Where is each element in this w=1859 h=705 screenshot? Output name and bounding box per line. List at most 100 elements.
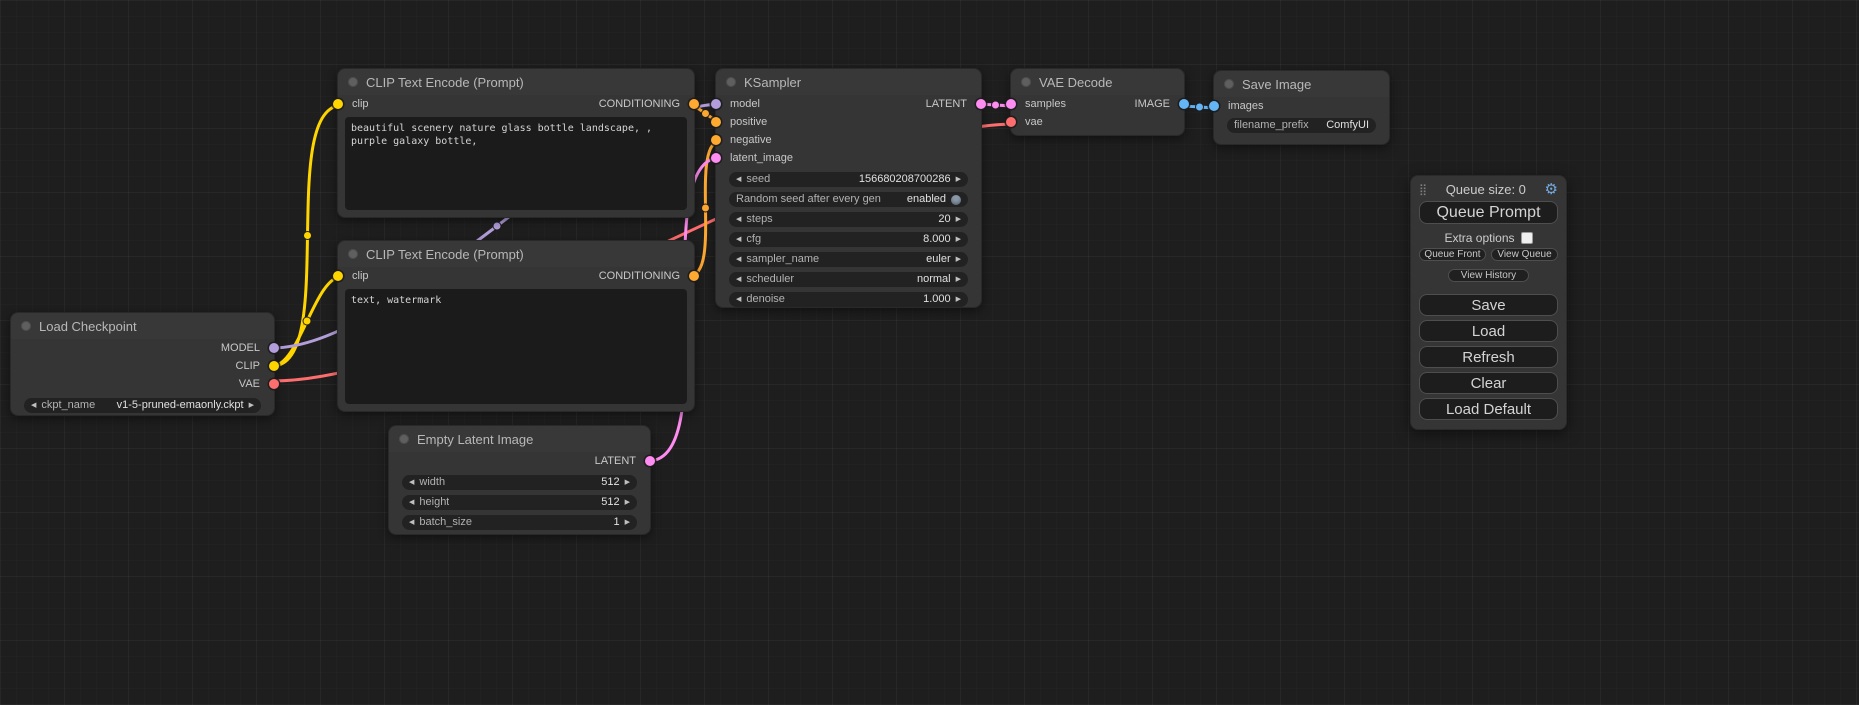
input-port-samples[interactable] — [1006, 99, 1016, 109]
increment-arrow-icon[interactable]: ▶ — [956, 296, 961, 303]
input-port-negative[interactable] — [711, 135, 721, 145]
node-clip-text-encode-positive[interactable]: CLIP Text Encode (Prompt) clip CONDITION… — [337, 68, 695, 218]
output-port-latent[interactable] — [645, 456, 655, 466]
input-port-clip[interactable] — [333, 271, 343, 281]
widget-value[interactable]: 512 — [601, 495, 619, 510]
widget-steps[interactable]: ◀ steps 20 ▶ — [729, 212, 968, 227]
decrement-arrow-icon[interactable]: ◀ — [736, 276, 741, 283]
node-vae-decode[interactable]: VAE Decode samples IMAGE vae — [1010, 68, 1185, 136]
decrement-arrow-icon[interactable]: ◀ — [736, 176, 741, 183]
widget-value[interactable]: 8.000 — [923, 232, 951, 247]
node-empty-latent-image[interactable]: Empty Latent Image LATENT ◀ width 512 ▶ … — [388, 425, 651, 535]
decrement-arrow-icon[interactable]: ◀ — [736, 256, 741, 263]
widget-scheduler[interactable]: ◀ scheduler normal ▶ — [729, 272, 968, 287]
node-title: CLIP Text Encode (Prompt) — [366, 247, 524, 262]
decrement-arrow-icon[interactable]: ◀ — [31, 402, 36, 409]
node-header[interactable]: CLIP Text Encode (Prompt) — [338, 69, 694, 95]
widget-value[interactable]: 512 — [601, 475, 619, 490]
widget-value[interactable]: enabled — [907, 192, 946, 207]
view-queue-button[interactable]: View Queue — [1491, 248, 1558, 261]
increment-arrow-icon[interactable]: ▶ — [249, 402, 254, 409]
extra-options-checkbox[interactable] — [1521, 232, 1533, 244]
decrement-arrow-icon[interactable]: ◀ — [736, 236, 741, 243]
output-port-clip[interactable] — [269, 361, 279, 371]
widget-width[interactable]: ◀ width 512 ▶ — [402, 475, 637, 490]
increment-arrow-icon[interactable]: ▶ — [956, 276, 961, 283]
widget-batch-size[interactable]: ◀ batch_size 1 ▶ — [402, 515, 637, 530]
output-port-model[interactable] — [269, 343, 279, 353]
widget-random-seed-toggle[interactable]: Random seed after every gen enabled — [729, 192, 968, 207]
node-header[interactable]: CLIP Text Encode (Prompt) — [338, 241, 694, 267]
widget-value[interactable]: normal — [917, 272, 951, 287]
increment-arrow-icon[interactable]: ▶ — [956, 216, 961, 223]
increment-arrow-icon[interactable]: ▶ — [956, 256, 961, 263]
decrement-arrow-icon[interactable]: ◀ — [409, 519, 414, 526]
widget-value[interactable]: 1.000 — [923, 292, 951, 307]
widget-sampler-name[interactable]: ◀ sampler_name euler ▶ — [729, 252, 968, 267]
node-header[interactable]: Load Checkpoint — [11, 313, 274, 339]
node-save-image[interactable]: Save Image images filename_prefix ComfyU… — [1213, 70, 1390, 145]
decrement-arrow-icon[interactable]: ◀ — [736, 296, 741, 303]
prompt-textarea[interactable]: beautiful scenery nature glass bottle la… — [345, 117, 687, 210]
input-port-images[interactable] — [1209, 101, 1219, 111]
load-default-button[interactable]: Load Default — [1419, 398, 1558, 420]
view-history-button[interactable]: View History — [1448, 269, 1529, 282]
save-button[interactable]: Save — [1419, 294, 1558, 316]
input-port-positive[interactable] — [711, 117, 721, 127]
output-port-image[interactable] — [1179, 99, 1189, 109]
increment-arrow-icon[interactable]: ▶ — [625, 519, 630, 526]
queue-front-button[interactable]: Queue Front — [1419, 248, 1486, 261]
load-button[interactable]: Load — [1419, 320, 1558, 342]
input-port-model[interactable] — [711, 99, 721, 109]
widget-value[interactable]: 1 — [613, 515, 619, 530]
collapse-toggle-icon[interactable] — [726, 77, 736, 87]
widget-denoise[interactable]: ◀ denoise 1.000 ▶ — [729, 292, 968, 307]
prompt-textarea[interactable]: text, watermark — [345, 289, 687, 404]
collapse-toggle-icon[interactable] — [399, 434, 409, 444]
widget-value[interactable]: 20 — [938, 212, 950, 227]
output-port-latent[interactable] — [976, 99, 986, 109]
decrement-arrow-icon[interactable]: ◀ — [736, 216, 741, 223]
input-port-clip[interactable] — [333, 99, 343, 109]
widget-filename-prefix[interactable]: filename_prefix ComfyUI — [1227, 118, 1376, 133]
decrement-arrow-icon[interactable]: ◀ — [409, 499, 414, 506]
collapse-toggle-icon[interactable] — [1021, 77, 1031, 87]
queue-panel-topbar[interactable]: ⣿ Queue size: 0 ⚙ — [1419, 182, 1558, 197]
input-port-vae[interactable] — [1006, 117, 1016, 127]
widget-value[interactable]: ComfyUI — [1326, 118, 1369, 133]
decrement-arrow-icon[interactable]: ◀ — [409, 479, 414, 486]
widget-value[interactable]: v1-5-pruned-emaonly.ckpt — [117, 398, 244, 413]
widget-height[interactable]: ◀ height 512 ▶ — [402, 495, 637, 510]
widget-cfg[interactable]: ◀ cfg 8.000 ▶ — [729, 232, 968, 247]
node-header[interactable]: Empty Latent Image — [389, 426, 650, 452]
node-header[interactable]: Save Image — [1214, 71, 1389, 97]
collapse-toggle-icon[interactable] — [1224, 79, 1234, 89]
node-load-checkpoint[interactable]: Load Checkpoint MODEL CLIP VAE ◀ ckpt_na… — [10, 312, 275, 416]
node-header[interactable]: VAE Decode — [1011, 69, 1184, 95]
toggle-knob-icon[interactable] — [951, 195, 961, 205]
refresh-button[interactable]: Refresh — [1419, 346, 1558, 368]
graph-canvas[interactable]: Load Checkpoint MODEL CLIP VAE ◀ ckpt_na… — [0, 0, 1859, 705]
queue-prompt-button[interactable]: Queue Prompt — [1419, 201, 1558, 224]
input-port-latent-image[interactable] — [711, 153, 721, 163]
increment-arrow-icon[interactable]: ▶ — [625, 479, 630, 486]
widget-value[interactable]: 156680208700286 — [859, 172, 951, 187]
output-port-vae[interactable] — [269, 379, 279, 389]
collapse-toggle-icon[interactable] — [21, 321, 31, 331]
drag-handle-icon[interactable]: ⣿ — [1419, 183, 1427, 196]
node-header[interactable]: KSampler — [716, 69, 981, 95]
increment-arrow-icon[interactable]: ▶ — [625, 499, 630, 506]
widget-seed[interactable]: ◀ seed 156680208700286 ▶ — [729, 172, 968, 187]
collapse-toggle-icon[interactable] — [348, 249, 358, 259]
node-clip-text-encode-negative[interactable]: CLIP Text Encode (Prompt) clip CONDITION… — [337, 240, 695, 412]
node-ksampler[interactable]: KSampler model LATENT positive negative … — [715, 68, 982, 308]
output-port-conditioning[interactable] — [689, 271, 699, 281]
increment-arrow-icon[interactable]: ▶ — [956, 236, 961, 243]
increment-arrow-icon[interactable]: ▶ — [956, 176, 961, 183]
output-port-conditioning[interactable] — [689, 99, 699, 109]
settings-gear-icon[interactable]: ⚙ — [1545, 182, 1558, 197]
clear-button[interactable]: Clear — [1419, 372, 1558, 394]
widget-value[interactable]: euler — [926, 252, 950, 267]
collapse-toggle-icon[interactable] — [348, 77, 358, 87]
widget-ckpt-name[interactable]: ◀ ckpt_name v1-5-pruned-emaonly.ckpt ▶ — [24, 398, 261, 413]
